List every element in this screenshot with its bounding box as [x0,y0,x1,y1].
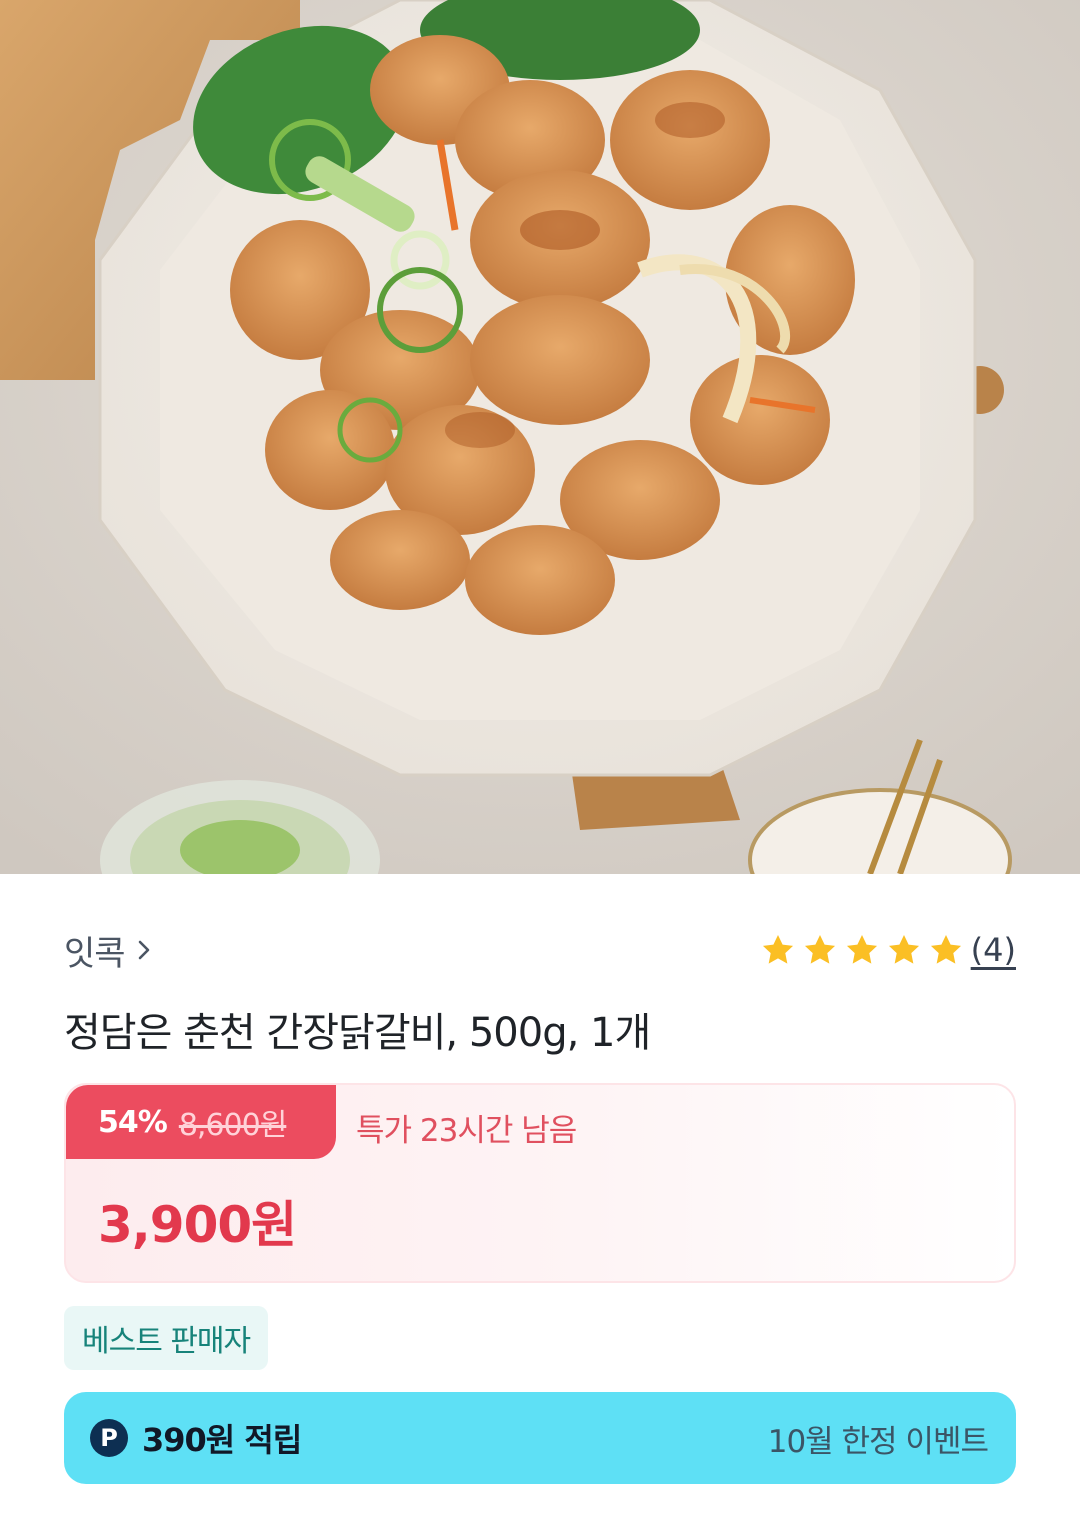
best-seller-label: 베스트 판매자 [82,1324,251,1359]
star-icon [927,931,965,969]
points-event-text: 10월 한정 이벤트 [767,1423,989,1460]
chevron-right-icon [133,939,155,961]
star-icon [843,931,881,969]
points-banner[interactable]: P 390원 적립 10월 한정 이벤트 [64,1392,1016,1484]
product-title: 정담은 춘천 간장닭갈비, 500g, 1개 [64,1010,651,1056]
review-count-link[interactable]: (4) [971,931,1016,969]
points-icon: P [90,1419,128,1457]
sale-timer: 특가 23시간 남음 [356,1113,577,1149]
original-price: 8,600원 [178,1108,287,1143]
product-image[interactable] [0,0,1080,874]
price-card: 54% 8,600원 특가 23시간 남음 3,900원 [64,1083,1016,1283]
seller-link[interactable]: 잇콕 [64,924,155,976]
product-photo-illustration [0,0,1080,874]
seller-name[interactable]: 잇콕 [64,926,126,975]
discount-badge: 54% 8,600원 [66,1085,336,1159]
discount-rate: 54% [98,1104,168,1140]
star-icon [759,931,797,969]
rating-summary[interactable]: (4) [755,924,1016,976]
sale-price: 3,900원 [98,1196,297,1254]
points-label: 390원 적립 [142,1421,302,1459]
best-seller-badge: 베스트 판매자 [64,1306,269,1370]
star-icon [885,931,923,969]
star-icon [801,931,839,969]
